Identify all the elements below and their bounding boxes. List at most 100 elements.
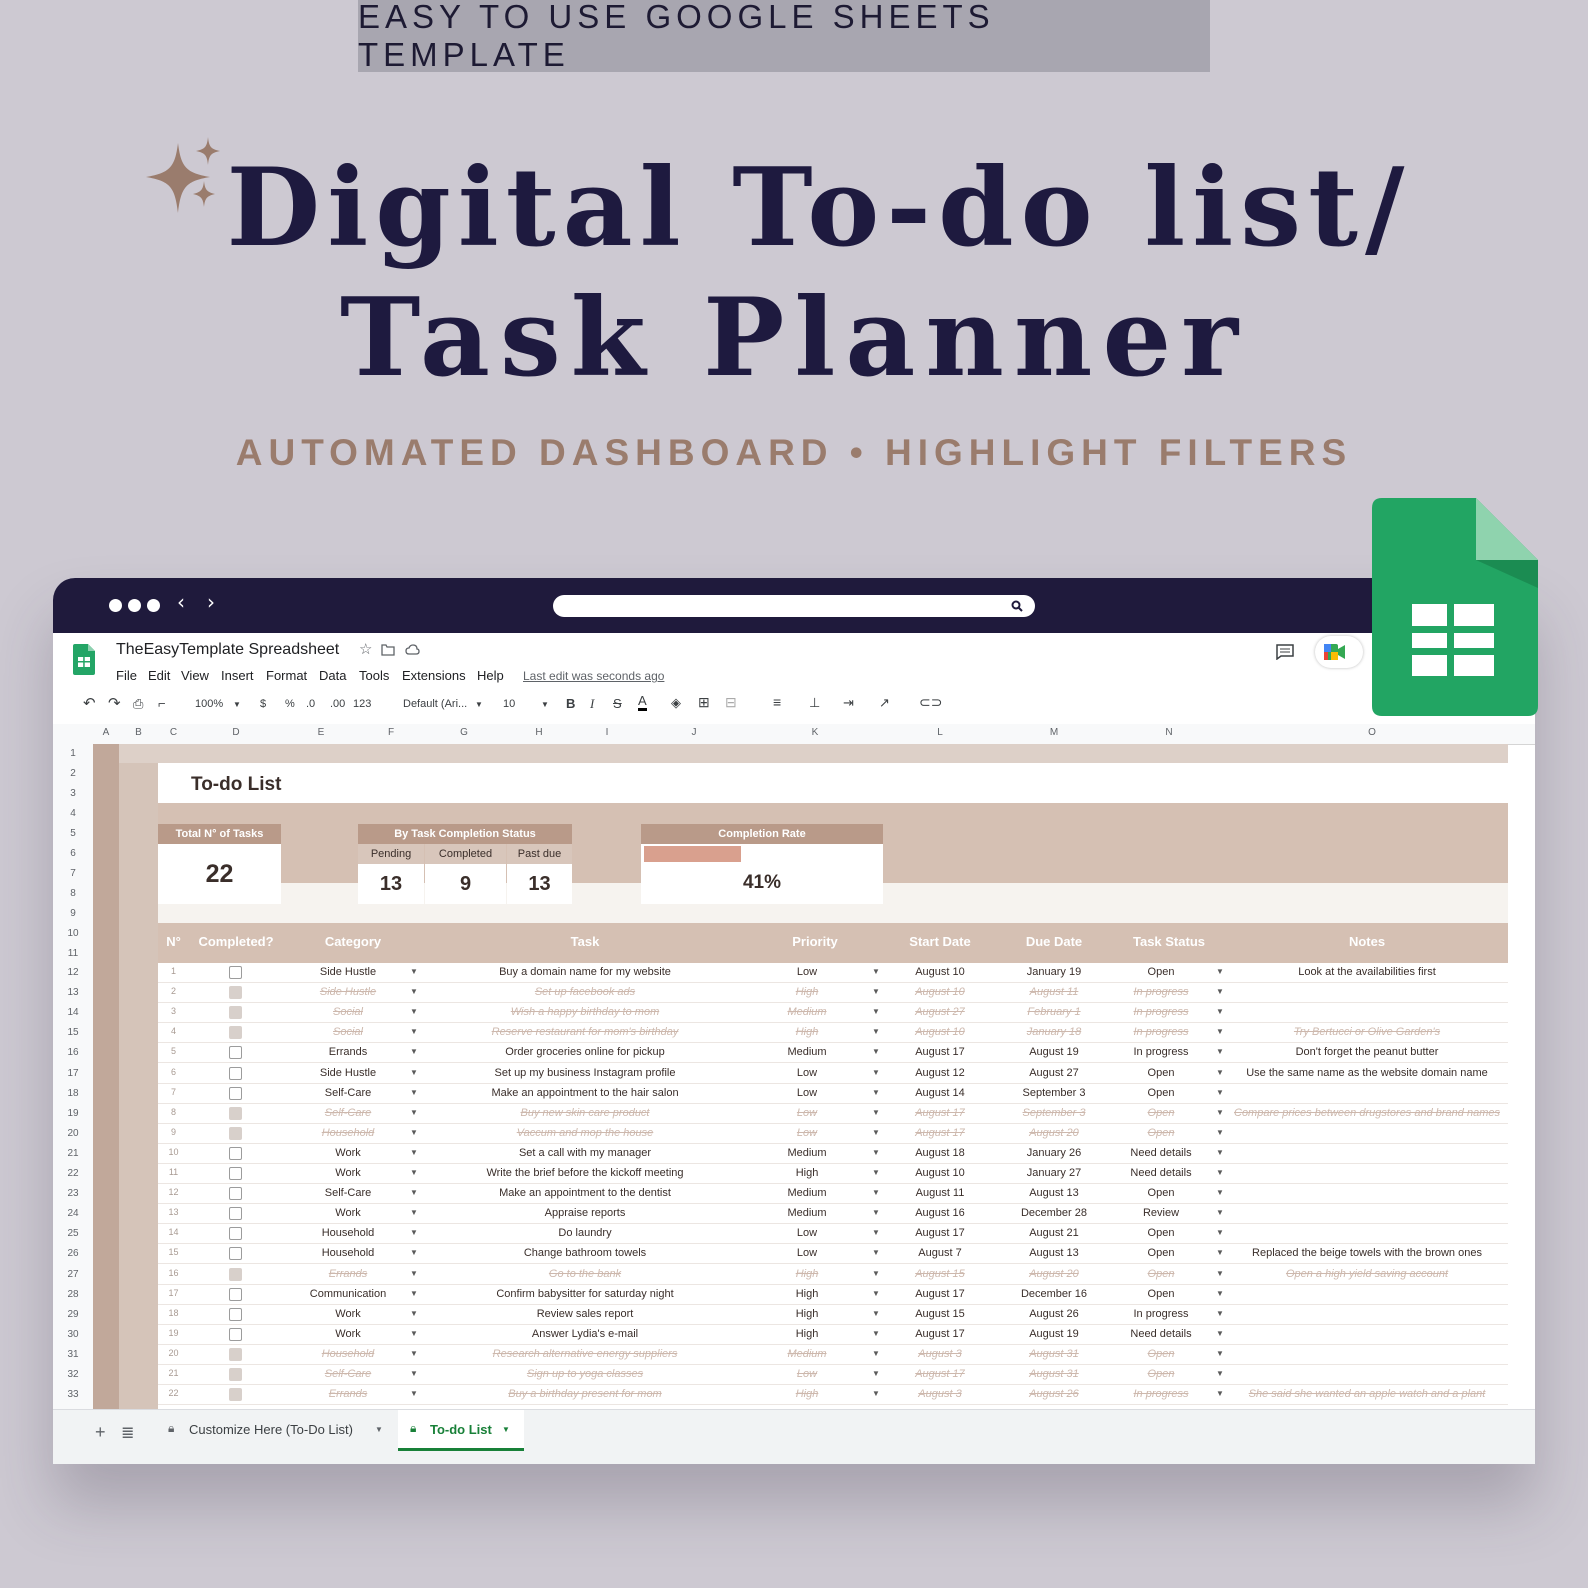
dropdown-chevron-icon[interactable]: ▼ [1216, 1309, 1224, 1318]
text-wrap-icon[interactable]: ⇥ [843, 695, 854, 711]
dropdown-chevron-icon[interactable]: ▼ [1216, 1168, 1224, 1177]
merge-cells-icon[interactable]: ⊟ [725, 694, 737, 711]
cell-start[interactable]: August 10 [883, 1026, 997, 1038]
cell-task[interactable]: Review sales report [423, 1308, 747, 1320]
back-icon[interactable]: ‹ [177, 590, 185, 614]
cell-start[interactable]: August 14 [883, 1087, 997, 1099]
cell-n[interactable]: 22 [158, 1388, 189, 1398]
column-header[interactable]: L [883, 727, 997, 738]
row-header[interactable]: 27 [53, 1269, 93, 1280]
cell-start[interactable]: August 15 [883, 1268, 997, 1280]
row-header[interactable]: 31 [53, 1349, 93, 1360]
dropdown-chevron-icon[interactable]: ▼ [410, 1068, 418, 1077]
dropdown-chevron-icon[interactable]: ▼ [1216, 1329, 1224, 1338]
cell-status[interactable]: Open [1111, 1247, 1211, 1259]
cell-n[interactable]: 13 [158, 1207, 189, 1217]
dropdown-chevron-icon[interactable]: ▼ [410, 1329, 418, 1338]
cell-status[interactable]: In progress [1111, 1006, 1211, 1018]
sheets-logo-icon[interactable] [73, 644, 95, 675]
cell-priority[interactable]: Low [747, 1247, 867, 1259]
dropdown-chevron-icon[interactable]: ▼ [1216, 1108, 1224, 1117]
column-header[interactable]: G [423, 727, 505, 738]
cell-due[interactable]: August 31 [997, 1348, 1111, 1360]
cell-priority[interactable]: High [747, 1167, 867, 1179]
column-header[interactable]: K [747, 727, 883, 738]
cell-task[interactable]: Buy a domain name for my website [423, 966, 747, 978]
menu-insert[interactable]: Insert [221, 668, 254, 683]
cell-n[interactable]: 3 [158, 1006, 189, 1016]
meet-button[interactable] [1315, 636, 1363, 668]
completed-checkbox[interactable] [229, 966, 242, 979]
chevron-down-icon[interactable]: ▼ [502, 1425, 510, 1434]
print-icon[interactable]: ⎙ [133, 696, 143, 712]
cell-priority[interactable]: High [747, 1328, 867, 1340]
row-header[interactable]: 7 [53, 868, 93, 879]
cell-due[interactable]: January 26 [997, 1147, 1111, 1159]
cell-category[interactable]: Social [283, 1026, 413, 1038]
dropdown-chevron-icon[interactable]: ▼ [410, 1188, 418, 1197]
cell-task[interactable]: Set up my business Instagram profile [423, 1067, 747, 1079]
column-header[interactable]: A [93, 727, 119, 738]
cell-category[interactable]: Communication [283, 1288, 413, 1300]
dropdown-chevron-icon[interactable]: ▼ [1216, 1248, 1224, 1257]
column-header[interactable]: H [505, 727, 573, 738]
cell-start[interactable]: August 17 [883, 1328, 997, 1340]
row-header[interactable]: 6 [53, 848, 93, 859]
dropdown-chevron-icon[interactable]: ▼ [872, 1269, 880, 1278]
cell-n[interactable]: 2 [158, 986, 189, 996]
cell-category[interactable]: Work [283, 1167, 413, 1179]
cell-status[interactable]: Open [1111, 1107, 1211, 1119]
dropdown-chevron-icon[interactable]: ▼ [872, 1007, 880, 1016]
cell-priority[interactable]: Low [747, 1227, 867, 1239]
cell-n[interactable]: 14 [158, 1227, 189, 1237]
cell-status[interactable]: Open [1111, 1187, 1211, 1199]
dropdown-chevron-icon[interactable]: ▼ [1216, 1389, 1224, 1398]
dropdown-chevron-icon[interactable]: ▼ [1216, 987, 1224, 996]
cell-due[interactable]: August 20 [997, 1127, 1111, 1139]
completed-checkbox[interactable] [229, 1026, 242, 1040]
chevron-down-icon[interactable]: ▼ [233, 700, 241, 709]
cell-due[interactable]: February 1 [997, 1006, 1111, 1018]
dropdown-chevron-icon[interactable]: ▼ [410, 967, 418, 976]
italic-icon[interactable]: I [590, 696, 594, 712]
menu-data[interactable]: Data [319, 668, 346, 683]
cell-category[interactable]: Work [283, 1207, 413, 1219]
column-header[interactable]: N [1111, 727, 1227, 738]
cell-status[interactable]: In progress [1111, 1046, 1211, 1058]
cell-task[interactable]: Make an appointment to the dentist [423, 1187, 747, 1199]
comments-icon[interactable] [1276, 644, 1294, 660]
paint-format-icon[interactable]: ⌐ [158, 696, 166, 711]
dropdown-chevron-icon[interactable]: ▼ [1216, 1027, 1224, 1036]
completed-checkbox[interactable] [229, 1307, 242, 1321]
dropdown-chevron-icon[interactable]: ▼ [410, 987, 418, 996]
completed-checkbox[interactable] [229, 1106, 242, 1120]
cell-priority[interactable]: High [747, 1388, 867, 1400]
dropdown-chevron-icon[interactable]: ▼ [872, 967, 880, 976]
cell-notes[interactable]: She said she wanted an apple watch and a… [1227, 1388, 1507, 1400]
completed-checkbox[interactable] [229, 1086, 242, 1100]
star-icon[interactable]: ☆ [359, 640, 372, 658]
menu-edit[interactable]: Edit [148, 668, 170, 683]
dropdown-chevron-icon[interactable]: ▼ [1216, 1188, 1224, 1197]
cell-n[interactable]: 1 [158, 966, 189, 976]
cell-category[interactable]: Self-Care [283, 1107, 413, 1119]
row-header[interactable]: 4 [53, 808, 93, 819]
cell-start[interactable]: August 10 [883, 966, 997, 978]
dropdown-chevron-icon[interactable]: ▼ [872, 1389, 880, 1398]
cell-task[interactable]: Wish a happy birthday to mom [423, 1006, 747, 1018]
cell-start[interactable]: August 11 [883, 1187, 997, 1199]
cell-start[interactable]: August 3 [883, 1348, 997, 1360]
cell-start[interactable]: August 3 [883, 1388, 997, 1400]
row-header[interactable]: 10 [53, 928, 93, 939]
cell-start[interactable]: August 17 [883, 1107, 997, 1119]
percent-button[interactable]: % [285, 698, 295, 710]
dropdown-chevron-icon[interactable]: ▼ [1216, 1349, 1224, 1358]
row-header[interactable]: 15 [53, 1027, 93, 1038]
dropdown-chevron-icon[interactable]: ▼ [1216, 1289, 1224, 1298]
cell-task[interactable]: Appraise reports [423, 1207, 747, 1219]
cell-category[interactable]: Work [283, 1328, 413, 1340]
window-dot-icon[interactable] [147, 599, 160, 612]
cell-priority[interactable]: High [747, 1026, 867, 1038]
bold-icon[interactable]: B [566, 696, 575, 711]
dropdown-chevron-icon[interactable]: ▼ [872, 1228, 880, 1237]
